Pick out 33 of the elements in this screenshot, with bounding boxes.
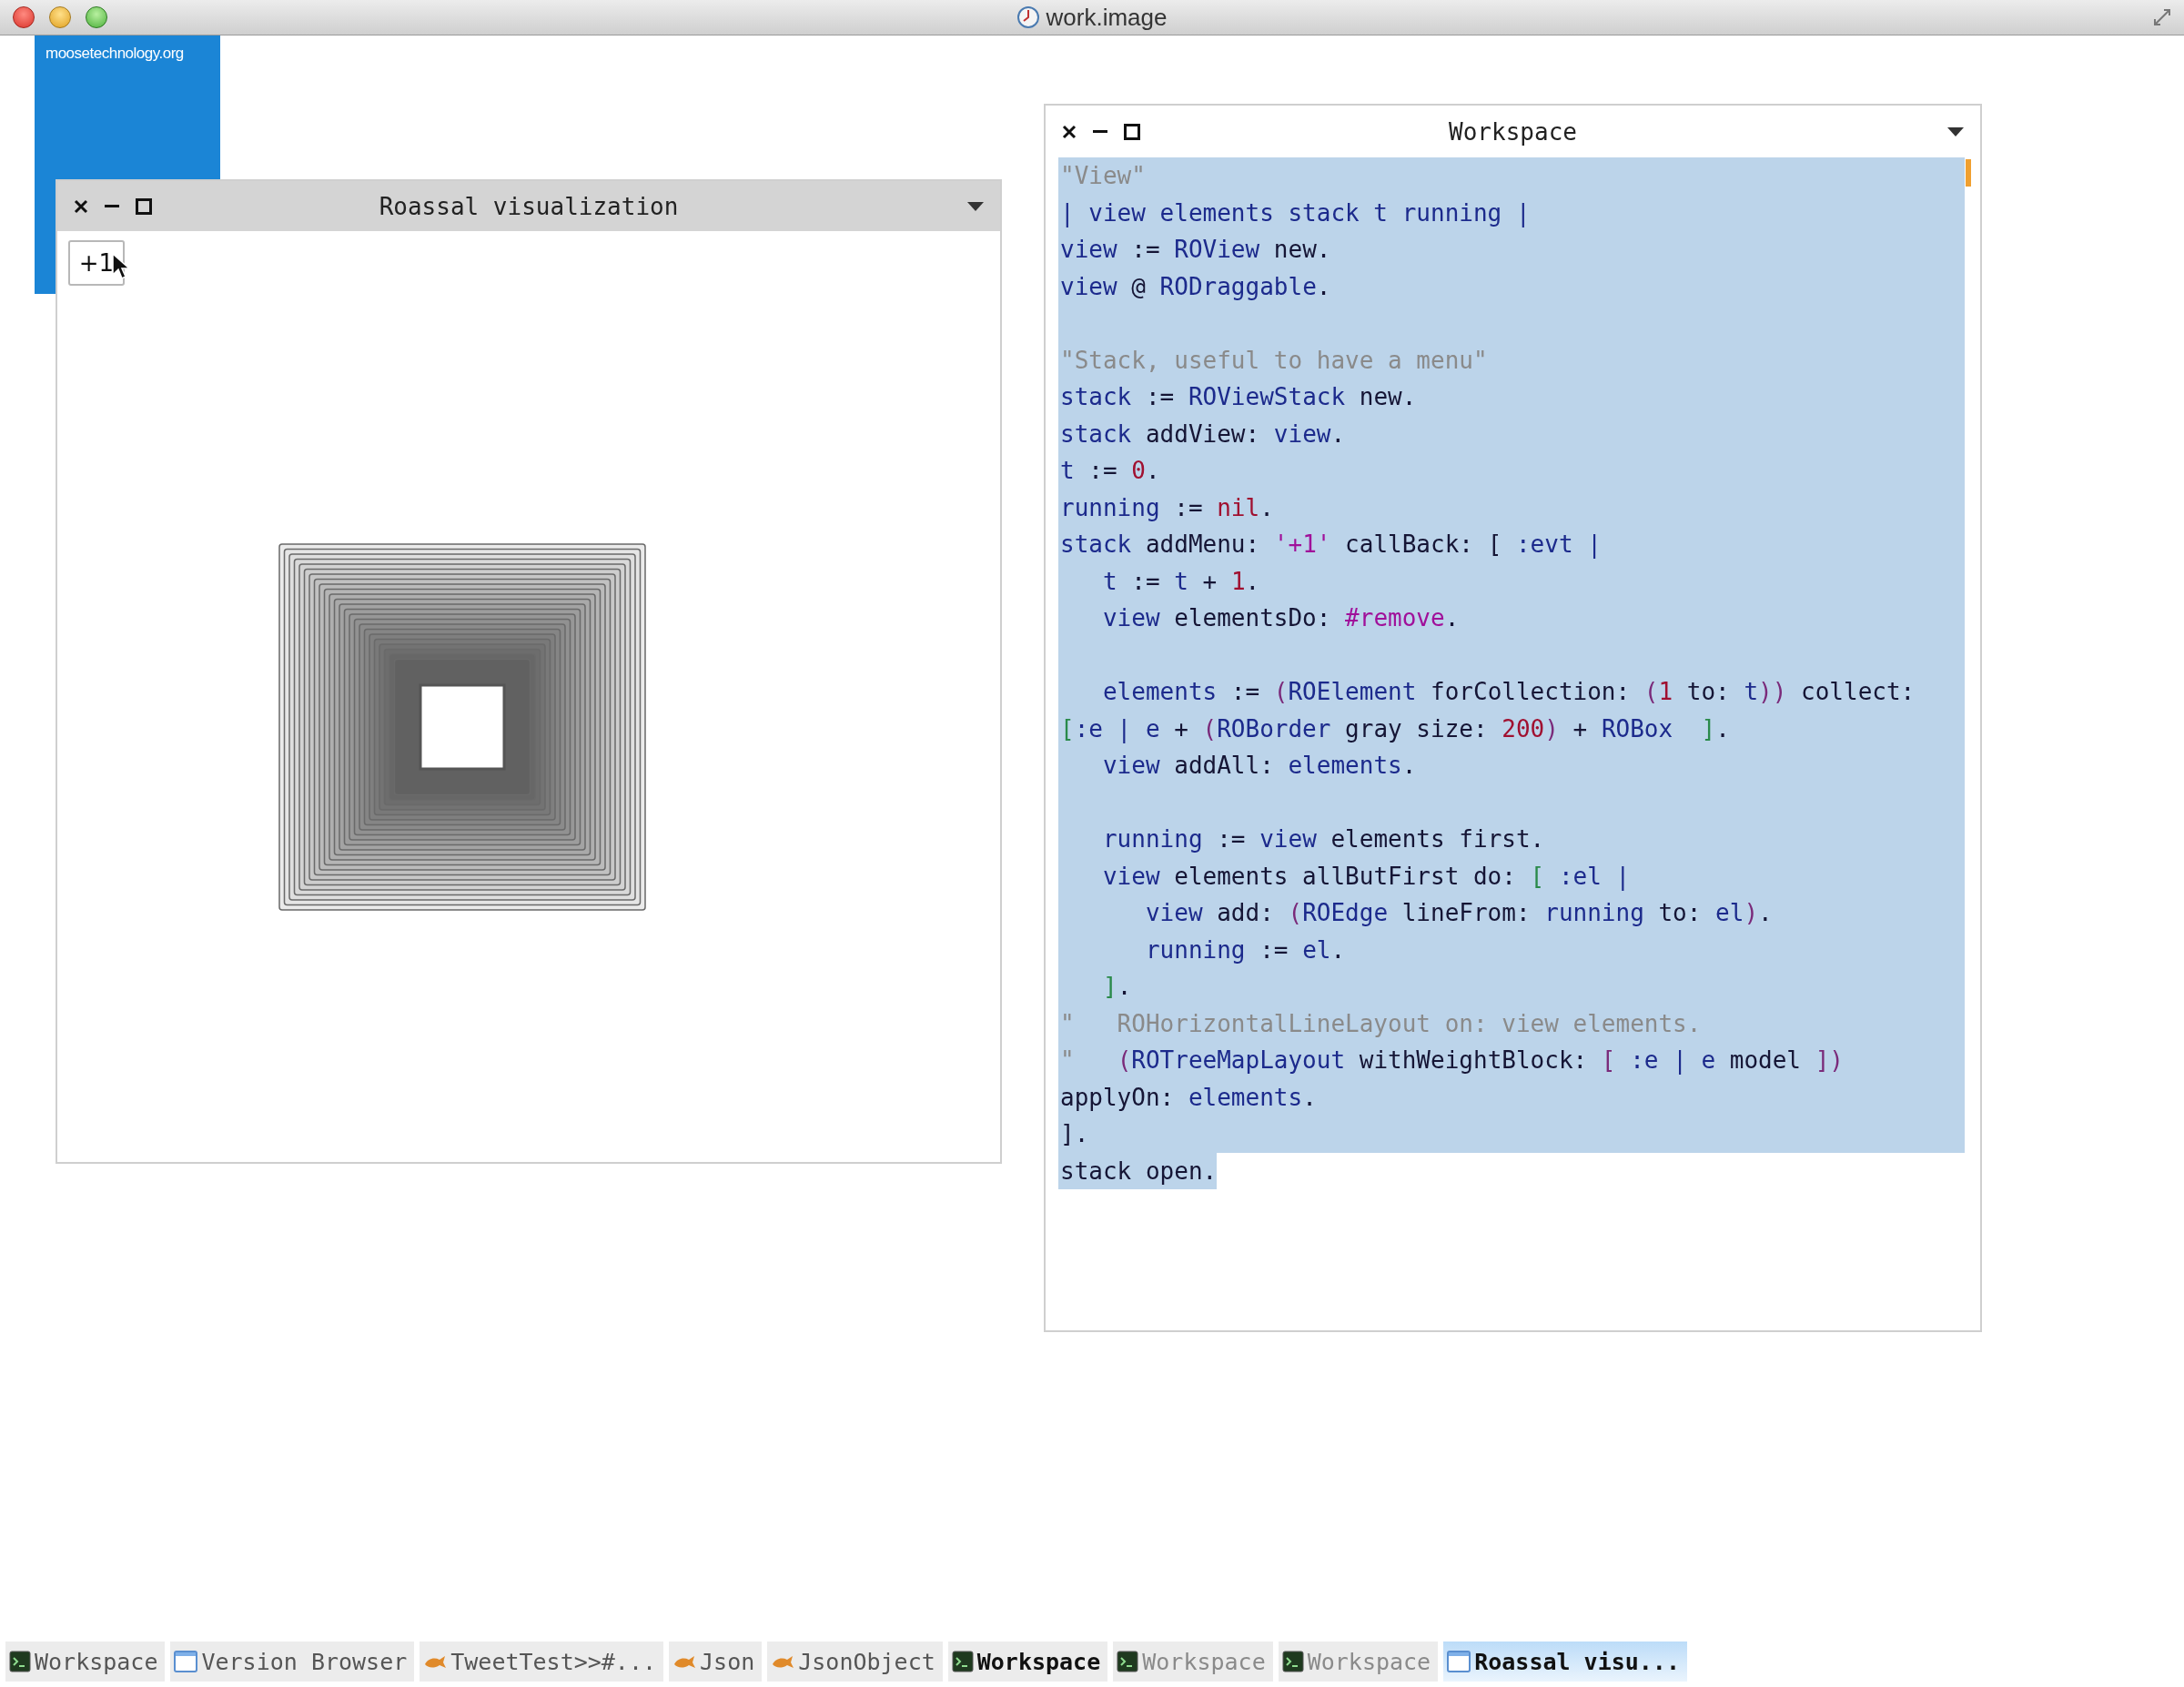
dropdown-icon[interactable] bbox=[1947, 126, 1964, 136]
close-icon[interactable] bbox=[1062, 124, 1077, 139]
window-icon bbox=[1447, 1651, 1471, 1672]
fullscreen-icon[interactable] bbox=[2153, 8, 2171, 26]
zoom-button[interactable] bbox=[86, 6, 107, 28]
close-button[interactable] bbox=[13, 6, 35, 28]
maximize-icon[interactable] bbox=[1124, 123, 1140, 140]
terminal-icon bbox=[9, 1651, 31, 1672]
minimize-icon[interactable] bbox=[1093, 129, 1107, 134]
minimize-icon[interactable] bbox=[105, 204, 119, 208]
taskbar-item[interactable]: Json bbox=[669, 1642, 763, 1682]
maximize-icon[interactable] bbox=[136, 197, 152, 215]
menu-button[interactable]: +1 bbox=[68, 240, 125, 286]
taskbar-item[interactable]: JsonObject bbox=[767, 1642, 943, 1682]
scroll-thumb[interactable] bbox=[1966, 159, 1971, 187]
app-icon bbox=[1016, 6, 1039, 28]
window-title: Roassal visualization bbox=[379, 192, 679, 220]
taskbar-item[interactable]: Roassal visu... bbox=[1443, 1642, 1687, 1682]
taskbar-item[interactable]: Workspace bbox=[5, 1642, 166, 1682]
window-title: work.image bbox=[1046, 3, 1168, 32]
taskbar-item[interactable]: Version Browser bbox=[170, 1642, 415, 1682]
dropdown-icon[interactable] bbox=[967, 201, 984, 211]
cursor-icon bbox=[112, 253, 130, 280]
taskbar-item[interactable]: Workspace bbox=[947, 1642, 1108, 1682]
terminal-icon bbox=[951, 1651, 974, 1672]
close-icon[interactable] bbox=[74, 198, 88, 214]
window-title: Workspace bbox=[1449, 117, 1577, 146]
terminal-icon bbox=[1281, 1651, 1304, 1672]
terminal-icon bbox=[1117, 1651, 1139, 1672]
minimize-button[interactable] bbox=[49, 6, 71, 28]
taskbar-item[interactable]: TweetTest>>#... bbox=[420, 1642, 664, 1682]
window-icon bbox=[174, 1651, 198, 1672]
badge-text: moosetechnology.org bbox=[46, 45, 184, 62]
